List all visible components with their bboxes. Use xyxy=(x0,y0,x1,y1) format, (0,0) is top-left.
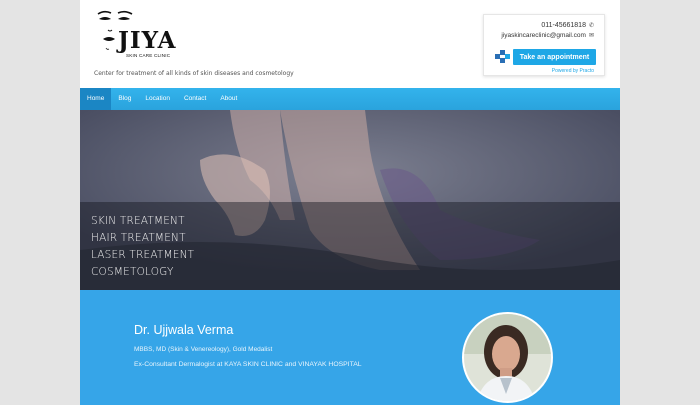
appointment-button[interactable]: Take an appointment xyxy=(493,49,596,65)
page-container: JIYA SKIN CARE CLINIC Center for treatme… xyxy=(80,0,620,405)
contact-widget: 011-45661818 ✆ jiyaskincareclinic@gmail.… xyxy=(483,14,605,76)
service-cosmetology: COSMETOLOGY xyxy=(91,266,174,278)
phone-icon: ✆ xyxy=(588,23,594,29)
practo-icon xyxy=(493,49,513,65)
doctor-experience: Ex-Consultant Dermalogist at KAYA SKIN C… xyxy=(134,361,362,368)
doctor-name: Dr. Ujjwala Verma xyxy=(134,323,234,337)
nav-item-about[interactable]: About xyxy=(213,88,244,110)
service-hair: HAIR TREATMENT xyxy=(91,232,186,244)
doctor-qualification: MBBS, MD (Skin & Venereology), Gold Meda… xyxy=(134,346,273,353)
nav-item-location[interactable]: Location xyxy=(138,88,177,110)
powered-by-link[interactable]: Powered by Practo xyxy=(552,68,594,74)
brand-subtitle: SKIN CARE CLINIC xyxy=(126,53,171,58)
tagline: Center for treatment of all kinds of ski… xyxy=(94,70,294,77)
doctor-section: Dr. Ujjwala Verma MBBS, MD (Skin & Vener… xyxy=(80,290,620,405)
service-skin: SKIN TREATMENT xyxy=(91,215,185,227)
hero-banner: SKIN TREATMENT HAIR TREATMENT LASER TREA… xyxy=(80,110,620,290)
doctor-avatar xyxy=(462,312,553,403)
appointment-label: Take an appointment xyxy=(513,49,596,65)
services-list: SKIN TREATMENT HAIR TREATMENT LASER TREA… xyxy=(91,213,194,281)
nav-item-contact[interactable]: Contact xyxy=(177,88,213,110)
doctor-portrait xyxy=(464,314,551,401)
envelope-icon: ✉ xyxy=(588,33,594,39)
email-line: jiyaskincareclinic@gmail.com ✉ xyxy=(501,32,594,39)
phone-number[interactable]: 011-45661818 xyxy=(541,22,586,29)
phone-line: 011-45661818 ✆ xyxy=(541,22,594,29)
nav-item-home[interactable]: Home xyxy=(80,88,112,110)
clinic-logo[interactable]: JIYA SKIN CARE CLINIC xyxy=(94,8,184,64)
brand-name: JIYA xyxy=(118,27,177,54)
service-laser: LASER TREATMENT xyxy=(91,249,195,261)
email-address[interactable]: jiyaskincareclinic@gmail.com xyxy=(501,32,586,39)
main-nav: Home Blog Location Contact About xyxy=(80,88,620,110)
nav-item-blog[interactable]: Blog xyxy=(111,88,138,110)
